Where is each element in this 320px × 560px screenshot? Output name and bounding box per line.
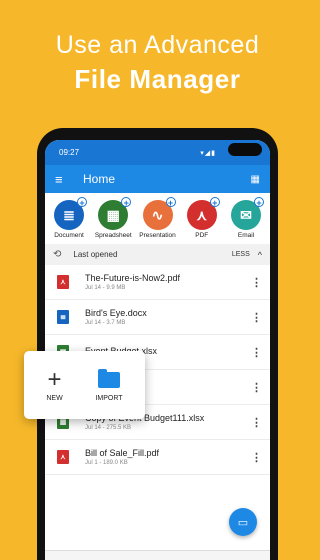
status-bar: 09:27 ▾◢▮ (45, 140, 270, 165)
file-row[interactable]: ≣ Bird's Eye.docx Jul 14 - 3.7 MB ⋮ (45, 300, 270, 335)
chevron-up-icon[interactable]: ^ (258, 250, 262, 260)
less-toggle[interactable]: LESS (232, 251, 250, 258)
file-row[interactable]: ⋏ Bill of Sale_Fill.pdf Jul 1 - 189.0 KB ⋮ (45, 440, 270, 475)
page-title: Home (83, 172, 116, 186)
quick-action-label: Email (237, 232, 255, 239)
file-meta: Jul 14 - 275.5 KB (85, 425, 132, 431)
folder-icon (98, 368, 121, 388)
new-label: NEW (46, 394, 63, 402)
quick-actions: ≣ + Document ▦ + Spreadsheet ∿ + Presentation ⋏ + P… (45, 193, 270, 244)
phone-screen: 09:27 ▾◢▮ ≡ Home ▦ ≣ + Document ▦ + Spreadshe… (45, 140, 270, 560)
more-options-icon[interactable]: ⋮ (251, 381, 262, 394)
pdf-file-icon: ⋏ (57, 275, 69, 289)
more-options-icon[interactable]: ⋮ (251, 416, 262, 429)
spreadsheet-icon: ▦ + (98, 197, 132, 230)
file-name: Bill of Sale_Fill.pdf (85, 448, 160, 458)
bottom-nav (45, 550, 270, 560)
quick-action-label: Presentation (139, 232, 176, 239)
camera-cutout (228, 143, 262, 156)
doc-file-icon: ≣ (57, 310, 69, 324)
file-meta: Jul 1 - 189.0 KB (85, 460, 128, 466)
quick-action-label: Document (54, 232, 84, 239)
quick-action-label: Spreadsheet (94, 232, 132, 239)
quick-action-pdf[interactable]: ⋏ + PDF (180, 197, 224, 244)
status-time: 09:27 (59, 148, 80, 157)
new-import-popup: + NEW IMPORT (24, 351, 145, 419)
quick-action-label: PDF (195, 232, 209, 239)
clock-icon: ⟲ (53, 249, 62, 260)
plus-badge-icon: + (77, 197, 87, 208)
import-label: IMPORT (95, 394, 123, 402)
plus-badge-icon: + (209, 197, 220, 208)
plus-badge-icon: + (254, 197, 264, 208)
more-options-icon[interactable]: ⋮ (251, 346, 262, 359)
more-options-icon[interactable]: ⋮ (251, 276, 262, 289)
last-opened-header: ⟲ Last opened LESS ^ (45, 244, 270, 265)
plus-badge-icon: + (121, 197, 132, 208)
file-meta: Jul 14 - 3.7 MB (85, 320, 126, 326)
quick-action-document[interactable]: ≣ + Document (47, 197, 91, 244)
pdf-file-icon: ⋏ (57, 450, 69, 464)
folder-fab-button[interactable]: ▭ (229, 508, 257, 536)
document-icon: ≣ + (54, 197, 87, 230)
headline-line2: File Manager (74, 64, 241, 94)
plus-badge-icon: + (165, 197, 176, 208)
file-name: The-Future-is-Now2.pdf (85, 273, 181, 283)
pdf-icon: ⋏ + (186, 197, 220, 230)
more-options-icon[interactable]: ⋮ (251, 451, 262, 464)
folder-icon: ▭ (237, 516, 249, 529)
file-meta: Jul 14 - 9.9 MB (85, 285, 126, 291)
app-bar: ≡ Home ▦ (45, 165, 270, 193)
section-title: Last opened (73, 250, 118, 259)
import-button[interactable]: IMPORT (95, 368, 123, 402)
quick-action-email[interactable]: ✉ + Email (224, 197, 268, 244)
grid-view-icon[interactable]: ▦ (251, 174, 260, 185)
headline-line1: Use an Advanced (55, 31, 260, 59)
system-icons: ▾◢▮ (200, 149, 216, 157)
file-name: Bird's Eye.docx (85, 308, 147, 318)
quick-action-spreadsheet[interactable]: ▦ + Spreadsheet (91, 197, 135, 244)
new-button[interactable]: + NEW (46, 365, 63, 402)
menu-icon[interactable]: ≡ (55, 172, 83, 187)
plus-icon: + (47, 365, 62, 393)
email-icon: ✉ + (231, 197, 264, 230)
more-options-icon[interactable]: ⋮ (251, 311, 262, 324)
presentation-icon: ∿ + (142, 197, 176, 230)
file-row[interactable]: ⋏ The-Future-is-Now2.pdf Jul 14 - 9.9 MB ⋮ (45, 265, 270, 300)
quick-action-presentation[interactable]: ∿ + Presentation (136, 197, 180, 244)
headline: Use an Advanced File Manager (0, 30, 315, 96)
